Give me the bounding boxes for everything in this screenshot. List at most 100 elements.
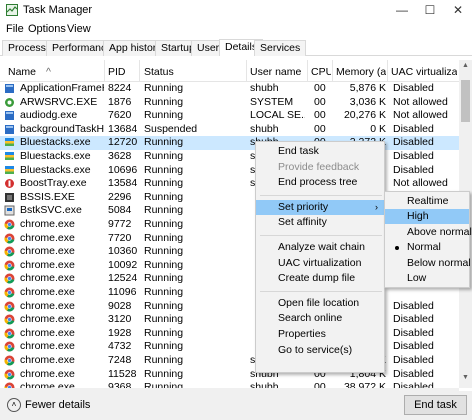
menu-item-above-normal[interactable]: Above normal <box>385 225 472 240</box>
menu-item-uac-virtualization[interactable]: UAC virtualization <box>256 256 384 271</box>
menu-file[interactable]: File <box>6 23 24 35</box>
menu-item-below-normal[interactable]: Below normal <box>385 256 471 271</box>
menu-separator <box>260 290 382 292</box>
cell-pid: 9772 <box>108 218 132 230</box>
cell-pid: 7248 <box>108 354 132 366</box>
table-row[interactable]: backgroundTaskHos... 13684 Suspended shubh 0… <box>0 123 459 137</box>
cell-pid: 10092 <box>108 258 138 271</box>
menu-item-normal[interactable]: Normal <box>385 240 469 255</box>
cell-pid: 8224 <box>108 82 132 94</box>
cell-name: chrome.exe <box>20 381 75 388</box>
column-header-cpu[interactable]: CPU <box>311 66 331 78</box>
menu-item-analyze-wait-chain[interactable]: Analyze wait chain <box>256 240 384 255</box>
menu-item-set-affinity[interactable]: Set affinity <box>256 215 384 230</box>
process-icon <box>4 328 15 339</box>
tab-services[interactable]: Services <box>254 40 307 56</box>
cell-pid: 3120 <box>108 313 132 326</box>
chevron-right-icon: › <box>375 201 378 212</box>
cell-cpu: 00 <box>314 109 326 122</box>
table-row[interactable]: Bluestacks.exe3628RunningshubhDisabled <box>0 150 459 164</box>
table-row[interactable]: chrome.exe 9368 Running shubh 00 38,972 K Disa… <box>0 381 459 388</box>
menu-item-search-online[interactable]: Search online <box>256 311 384 326</box>
cell-cpu: 00 <box>314 82 326 94</box>
table-row[interactable]: chrome.exe 4732 Running Disabled <box>0 340 459 354</box>
menu-item-high[interactable]: High <box>385 209 469 225</box>
cell-name: chrome.exe <box>20 299 75 312</box>
cell-pid: 12720 <box>108 136 138 149</box>
scroll-up-icon[interactable]: ▲ <box>459 62 472 74</box>
cell-uac: Disabled <box>393 150 434 162</box>
window-title: Task Manager <box>23 4 93 16</box>
column-header-user-name[interactable]: User name <box>250 66 305 78</box>
table-row[interactable]: chrome.exe 11096 Running <box>0 286 459 300</box>
menu-item-label: Create dump file <box>278 272 356 285</box>
table-row[interactable]: ApplicationFrameHo... 8224 Running shubh 00 5… <box>0 82 459 96</box>
menu-view[interactable]: View <box>67 23 91 35</box>
maximize-button[interactable]: ☐ <box>416 0 444 21</box>
table-row[interactable]: ARWSRVC.EXE 1876 Running SYSTEM 00 3,036 K Not… <box>0 96 459 110</box>
menu-item-realtime[interactable]: Realtime <box>385 194 469 209</box>
cell-pid: 10696 <box>108 163 138 176</box>
menu-item-end-process-tree[interactable]: End process tree <box>256 175 384 190</box>
scroll-thumb[interactable] <box>461 80 470 122</box>
cell-pid: 7720 <box>108 231 132 244</box>
cell-user: shubh <box>250 122 279 135</box>
cell-cpu: 00 <box>314 95 326 108</box>
cell-uac: Disabled <box>393 122 434 135</box>
cell-name: ApplicationFrameHo... <box>20 82 104 94</box>
cell-pid: 4732 <box>108 340 132 353</box>
cell-uac: Disabled <box>393 136 434 149</box>
table-header: ^ Name PID Status User name CPU Memory (… <box>0 60 459 82</box>
table-row[interactable]: chrome.exe 9028 Running Disabled <box>0 300 459 314</box>
process-icon <box>4 301 15 312</box>
menu-item-properties[interactable]: Properties <box>256 327 384 342</box>
cell-status: Running <box>144 190 184 203</box>
process-icon <box>4 205 15 216</box>
table-row[interactable]: Bluestacks.exe12720Runningshubh002,272 K… <box>0 136 459 150</box>
menu-item-low[interactable]: Low <box>385 271 469 286</box>
cell-pid: 9028 <box>108 299 132 312</box>
cell-pid: 7620 <box>108 109 132 122</box>
table-row[interactable]: audiodg.exe 7620 Running LOCAL SE... 00 20,27… <box>0 109 459 123</box>
fewer-details-link[interactable]: Fewer details <box>25 399 90 411</box>
menu-options[interactable]: Options <box>28 23 66 35</box>
menu-item-label: Below normal <box>407 256 471 269</box>
cell-status: Running <box>144 218 184 230</box>
scroll-down-icon[interactable]: ▼ <box>459 374 472 386</box>
menu-item-label: Set priority <box>278 200 329 213</box>
table-row[interactable]: chrome.exe 11528 Running shubh 00 1,804 K Disa… <box>0 368 459 382</box>
table-row[interactable]: chrome.exe 1928 Running Disabled <box>0 327 459 341</box>
end-task-button[interactable]: End task <box>404 395 467 415</box>
menu-item-set-priority[interactable]: Set priority › <box>256 199 384 215</box>
column-header-pid[interactable]: PID <box>108 66 138 78</box>
menu-item-create-dump-file[interactable]: Create dump file <box>256 271 384 286</box>
table-row[interactable]: Bluestacks.exe10696RunningshubhDisabled <box>0 164 459 178</box>
menu-item-end-task[interactable]: End task <box>256 144 384 159</box>
column-header-status[interactable]: Status <box>144 66 244 78</box>
cell-name: chrome.exe <box>20 367 75 380</box>
cell-uac: Not allowed <box>393 95 448 108</box>
menu-item-label: Above normal <box>407 225 472 238</box>
column-header-memory[interactable]: Memory (a... <box>336 66 386 78</box>
cell-name: chrome.exe <box>20 286 75 298</box>
cell-name: chrome.exe <box>20 245 75 258</box>
cell-status: Running <box>144 109 184 122</box>
cell-pid: 13684 <box>108 122 138 135</box>
menu-item-label: Normal <box>407 241 441 254</box>
cell-uac: Disabled <box>393 313 434 326</box>
menu-item-go-to-service-s[interactable]: Go to service(s) <box>256 343 384 358</box>
menu-item-open-file-location[interactable]: Open file location <box>256 296 384 311</box>
cell-status: Running <box>144 258 184 271</box>
process-icon <box>4 233 15 244</box>
cell-status: Running <box>144 286 184 298</box>
chevron-up-icon[interactable]: ˄ <box>7 398 21 412</box>
process-icon <box>5 152 14 160</box>
process-icon <box>5 97 14 107</box>
table-row[interactable]: chrome.exe 3120 Running Disabled <box>0 313 459 327</box>
column-header-uac[interactable]: UAC virtualizat... <box>391 66 457 78</box>
minimize-button[interactable]: — <box>388 0 416 21</box>
close-button[interactable]: ✕ <box>444 0 472 21</box>
column-header-name[interactable]: Name <box>8 66 103 78</box>
table-row[interactable]: BoostTray.exe13584RunningshubhNot allowe… <box>0 177 459 191</box>
table-row[interactable]: chrome.exe7248Runningshubh0068,240 KDisa… <box>0 354 459 368</box>
